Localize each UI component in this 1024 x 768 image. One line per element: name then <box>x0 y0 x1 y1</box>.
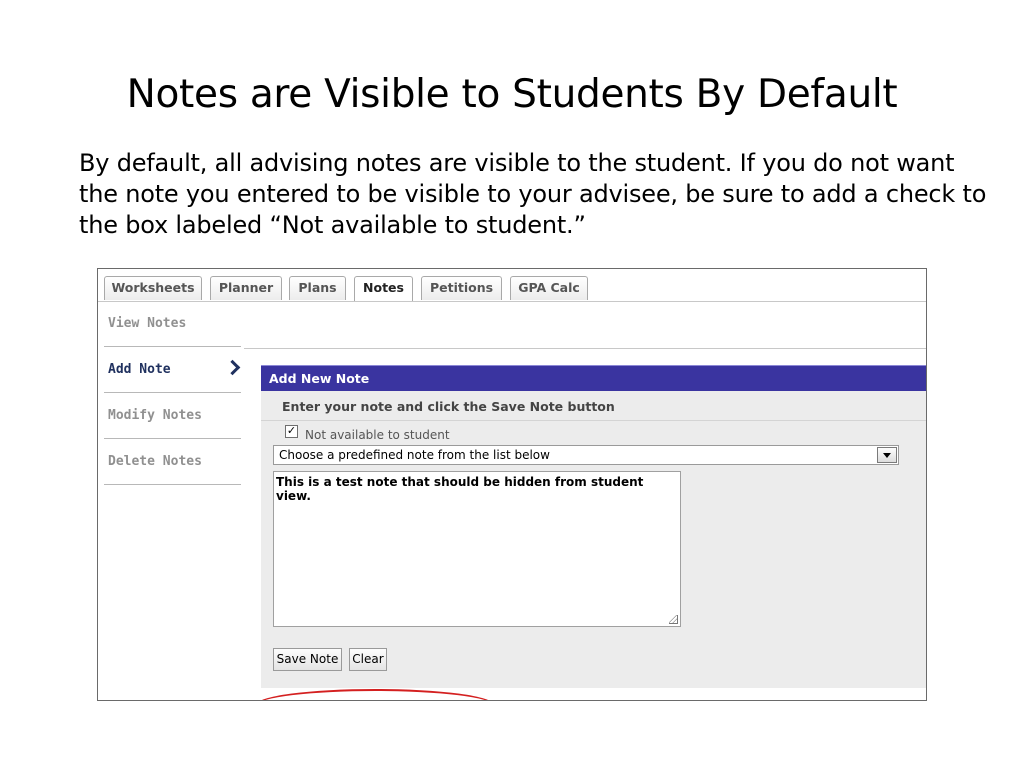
sidebar-nav: View Notes Add Note Modify Notes Delete … <box>104 301 241 485</box>
clear-button[interactable]: Clear <box>349 648 387 671</box>
sidebar-item-delete-notes[interactable]: Delete Notes <box>104 439 241 485</box>
sidebar-item-view-notes[interactable]: View Notes <box>104 301 241 347</box>
sidebar-item-label: Add Note <box>108 362 171 377</box>
note-textarea[interactable]: This is a test note that should be hidde… <box>273 471 681 627</box>
tab-plans[interactable]: Plans <box>289 276 346 300</box>
app-screenshot: Worksheets Planner Plans Notes Petitions… <box>97 268 927 701</box>
resize-grip-icon[interactable] <box>669 615 678 624</box>
instructions-text: Enter your note and click the Save Note … <box>282 399 615 414</box>
divider <box>244 348 926 349</box>
note-text: This is a test note that should be hidde… <box>276 475 644 503</box>
tab-notes[interactable]: Notes <box>354 276 413 301</box>
tab-worksheets[interactable]: Worksheets <box>104 276 202 300</box>
slide-body-text: By default, all advising notes are visib… <box>79 149 987 239</box>
tab-bar: Worksheets Planner Plans Notes Petitions… <box>98 269 926 302</box>
slide-title: Notes are Visible to Students By Default <box>126 72 898 117</box>
panel-header: Add New Note <box>261 365 926 391</box>
chevron-right-icon <box>224 359 241 376</box>
tab-planner[interactable]: Planner <box>210 276 282 300</box>
not-available-label: Not available to student <box>305 428 450 442</box>
select-value: Choose a predefined note from the list b… <box>279 448 550 462</box>
add-note-panel: Add New Note Enter your note and click t… <box>261 365 926 688</box>
sidebar-item-modify-notes[interactable]: Modify Notes <box>104 393 241 439</box>
sidebar-item-add-note[interactable]: Add Note <box>104 347 241 393</box>
not-available-checkbox[interactable]: ✓ <box>285 425 298 438</box>
save-note-button[interactable]: Save Note <box>273 648 342 671</box>
tab-petitions[interactable]: Petitions <box>421 276 502 300</box>
highlight-ellipse <box>256 689 494 700</box>
divider <box>261 420 926 421</box>
dropdown-arrow-icon[interactable] <box>877 447 897 463</box>
tab-gpa-calc[interactable]: GPA Calc <box>510 276 588 300</box>
predefined-note-select[interactable]: Choose a predefined note from the list b… <box>273 445 899 465</box>
